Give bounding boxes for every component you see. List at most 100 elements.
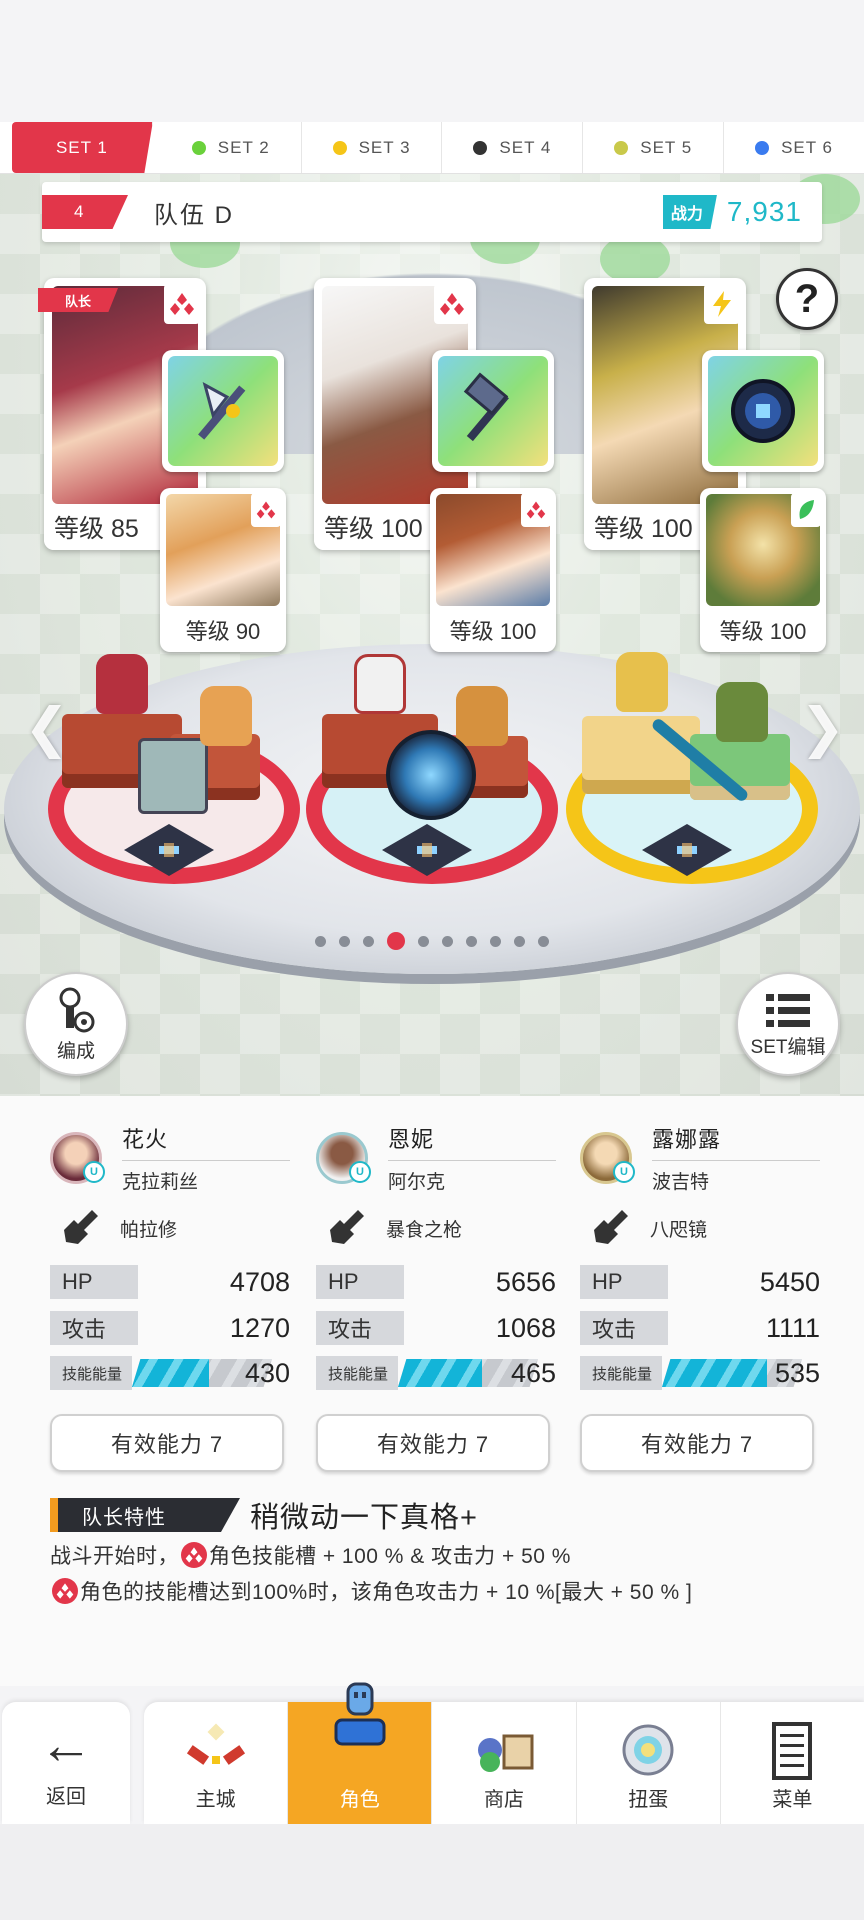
back-button[interactable]: ← 返回 [2, 1702, 130, 1824]
effective-ability-button[interactable]: 有效能力 7 [316, 1414, 550, 1472]
pager-dot[interactable] [466, 935, 477, 947]
nav-tab-castle[interactable]: 主城 [144, 1702, 289, 1824]
pager-dot[interactable] [363, 935, 374, 947]
avatar[interactable]: U [580, 1132, 635, 1184]
pager-dot[interactable] [514, 935, 525, 947]
skill-energy-row: 技能能量 465 [316, 1356, 556, 1390]
attack-label: 攻击 [316, 1311, 426, 1345]
help-button[interactable]: ? [776, 268, 838, 330]
avatar[interactable]: U [316, 1132, 371, 1184]
pager-dot[interactable] [339, 935, 350, 947]
leader-tag: 队长 [38, 288, 118, 312]
red-diamond-icon [434, 284, 470, 324]
bottom-nav: ← 返回 主城 角色 商店 扭蛋 菜单 [0, 1682, 864, 1824]
tab-set-3[interactable]: SET 3 [302, 122, 443, 173]
affinity-icon: U [83, 1161, 105, 1183]
hp-value: 4708 [229, 1266, 290, 1297]
team-number: 4 [42, 195, 128, 229]
attack-label: 攻击 [50, 1311, 160, 1345]
set-edit-label: SET编辑 [750, 1036, 826, 1058]
leader-skill-line-1: 战斗开始时， 角色技能槽 + 100 % & 攻击力 + 50 % [50, 1540, 840, 1570]
stat-column-3: U 露娜露 波吉特 八咫镜 HP 5450 攻击 1111 技能能量 535 有效能力 … [580, 1120, 820, 1472]
nav-tab-menu[interactable]: 菜单 [721, 1702, 864, 1824]
pager-dot[interactable] [490, 935, 501, 947]
nav-label: 主城 [195, 1789, 236, 1811]
prev-team-arrow[interactable]: ❮ [24, 696, 69, 759]
leader-skill-header: 队长特性 稍微动一下真格+ [50, 1494, 478, 1536]
castle-icon [186, 1723, 245, 1765]
pager-dot[interactable] [538, 935, 549, 947]
set-edit-button[interactable]: SET编辑 [736, 972, 840, 1076]
weapon-card-3[interactable] [702, 350, 824, 472]
attack-row: 攻击 1270 [50, 1310, 290, 1346]
pager-dot[interactable] [315, 935, 326, 947]
pager-dot[interactable] [442, 935, 453, 947]
red-diamond-icon [181, 1542, 207, 1568]
weapon-name: 帕拉修 [120, 1219, 178, 1241]
tab-set-4[interactable]: SET 4 [442, 122, 584, 173]
stat-column-1: U 花火 克拉莉丝 帕拉修 HP 4708 攻击 1270 技能能量 430 有效能力 … [50, 1120, 290, 1472]
character-name: 露娜露 [652, 1122, 820, 1161]
weapon-card-1[interactable] [162, 350, 284, 472]
nav-label: 菜单 [772, 1789, 813, 1811]
power-value: 7,931 [726, 196, 802, 227]
formation-button[interactable]: 编成 [24, 972, 128, 1076]
attack-row: 攻击 1111 [580, 1310, 820, 1346]
axe-icon [168, 356, 278, 466]
leader-skill-text: 战斗开始时， [50, 1545, 179, 1568]
skill-energy-row: 技能能量 535 [580, 1356, 820, 1390]
partner-name: 阿尔克 [388, 1172, 446, 1193]
skill-energy-value: 535 [774, 1357, 820, 1388]
character-level: 等级 85 [44, 504, 164, 550]
hp-value: 5656 [495, 1266, 556, 1297]
formation-label: 编成 [56, 1040, 95, 1062]
tab-label: SET 4 [499, 137, 552, 157]
character-name: 花火 [122, 1122, 290, 1161]
set-color-dot [755, 140, 770, 155]
set-tabs: SET 1 SET 2 SET 3 SET 4 SET 5 SET 6 [0, 122, 864, 174]
terrain-block [138, 738, 208, 814]
affinity-icon: U [349, 1161, 371, 1183]
set-color-dot [614, 140, 629, 155]
tab-set-6[interactable]: SET 6 [724, 122, 864, 173]
affinity-icon: U [613, 1161, 635, 1183]
set-color-dot [473, 140, 488, 155]
tab-set-2[interactable]: SET 2 [161, 122, 302, 173]
skill-energy-label: 技能能量 [580, 1356, 662, 1390]
attack-value: 1068 [495, 1312, 556, 1343]
partner-name: 波吉特 [652, 1172, 710, 1193]
chibi-character [200, 686, 252, 746]
weapon-name: 暴食之枪 [386, 1219, 463, 1241]
leader-skill-text: 角色技能槽 + 100 % & 攻击力 + 50 % [209, 1545, 571, 1568]
weapon-silhouette-icon [64, 1210, 98, 1244]
chibi-character [354, 654, 406, 714]
character-header: U 露娜露波吉特 [580, 1120, 820, 1196]
partner-card-3[interactable]: 等级 100 [700, 488, 826, 652]
partner-name: 克拉莉丝 [122, 1172, 199, 1193]
tab-label: SET 2 [217, 137, 270, 157]
nav-tabs: 主城 角色 商店 扭蛋 菜单 [144, 1682, 864, 1824]
team-name[interactable]: 队伍 D [154, 195, 234, 230]
tab-set-1[interactable]: SET 1 [12, 122, 153, 173]
effective-ability-button[interactable]: 有效能力 7 [580, 1414, 814, 1472]
nav-tab-gacha[interactable]: 扭蛋 [577, 1702, 721, 1824]
avatar[interactable]: U [50, 1132, 105, 1184]
pager-dot-active[interactable] [387, 932, 405, 950]
partner-card-2[interactable]: 等级 100 [430, 488, 556, 652]
weapon-card-2[interactable] [432, 350, 554, 472]
formation-icon [59, 987, 95, 1032]
chibi-character [456, 686, 508, 746]
next-team-arrow[interactable]: ❯ [800, 696, 845, 759]
effective-ability-button[interactable]: 有效能力 7 [50, 1414, 284, 1472]
power-label: 战力 [662, 195, 717, 229]
pager-dot[interactable] [418, 935, 429, 947]
attack-row: 攻击 1068 [316, 1310, 556, 1346]
partner-card-1[interactable]: 等级 90 [160, 488, 286, 652]
shield-orb-icon [708, 356, 818, 466]
nav-tab-shop[interactable]: 商店 [432, 1702, 577, 1824]
character-header: U 花火克拉莉丝 [50, 1120, 290, 1196]
nav-tab-character[interactable]: 角色 [288, 1682, 433, 1824]
partner-level: 等级 100 [719, 619, 807, 644]
back-arrow-icon: ← [39, 1714, 93, 1775]
tab-set-5[interactable]: SET 5 [583, 122, 725, 173]
